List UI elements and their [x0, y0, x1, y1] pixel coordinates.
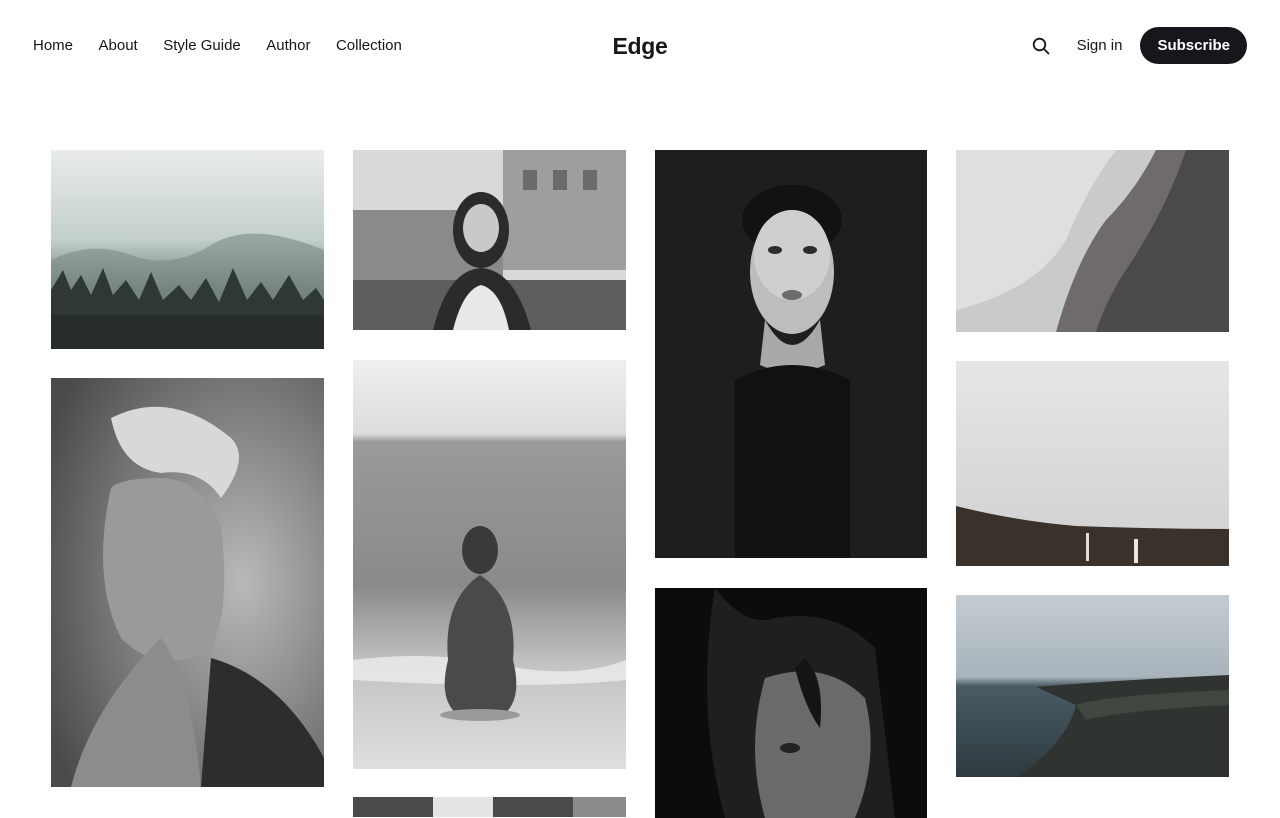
- short-hair-portrait-image: [51, 378, 324, 787]
- post-misty-forest[interactable]: [51, 150, 324, 349]
- post-coastline[interactable]: [956, 595, 1229, 777]
- smiling-shadow-image: [655, 588, 927, 818]
- foggy-cliff-image: [956, 361, 1229, 566]
- girl-street-image: [353, 150, 626, 330]
- foggy-mountain-image: [956, 150, 1229, 332]
- post-beach-woman[interactable]: [353, 360, 626, 769]
- beach-woman-image: [353, 360, 626, 769]
- misty-forest-image: [51, 150, 324, 349]
- portrait-dark-image: [655, 150, 927, 558]
- post-smiling-shadow[interactable]: [655, 588, 927, 818]
- coastline-image: [956, 595, 1229, 777]
- partial-image: [353, 797, 626, 817]
- post-portrait-dark[interactable]: [655, 150, 927, 558]
- post-foggy-mountain[interactable]: [956, 150, 1229, 332]
- post-girl-street[interactable]: [353, 150, 626, 330]
- post-partial-bottom[interactable]: [353, 797, 626, 817]
- post-foggy-cliff[interactable]: [956, 361, 1229, 566]
- post-feed: [0, 0, 1280, 818]
- post-short-hair-portrait[interactable]: [51, 378, 324, 787]
